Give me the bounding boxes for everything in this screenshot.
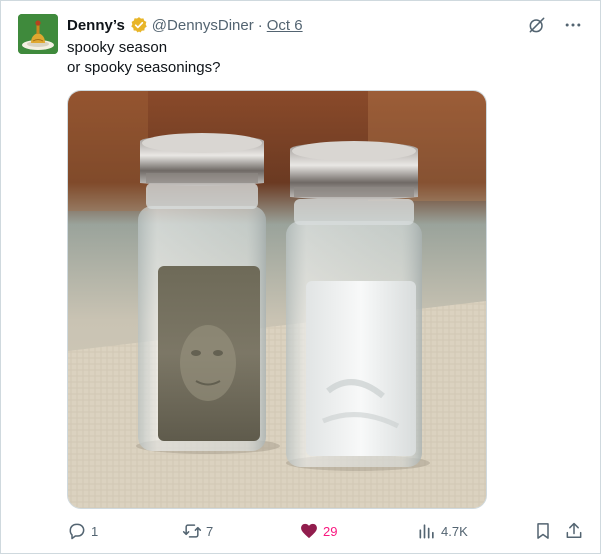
bookmark-button[interactable]	[533, 519, 553, 543]
views-icon	[419, 524, 434, 539]
retweet-icon	[182, 524, 202, 538]
tweet-action-bar: 1 7 29 4.7K	[67, 519, 587, 543]
view-count: 4.7K	[441, 523, 468, 539]
reply-icon	[69, 523, 85, 540]
reply-button[interactable]: 1	[67, 519, 98, 543]
user-handle[interactable]: @DennysDiner	[152, 17, 254, 34]
tweet-photo[interactable]	[67, 90, 487, 509]
salt-and-pepper-shakers-image	[68, 91, 486, 508]
verified-badge-icon	[130, 16, 148, 34]
tweet-card[interactable]: Denny’s @DennysDiner · Oct 6 spooky seas…	[0, 0, 601, 554]
tweet-text-line-2: or spooky seasonings?	[67, 59, 221, 76]
bookmark-icon	[537, 523, 549, 539]
avatar[interactable]	[18, 14, 58, 54]
tweet-text-line-1: spooky season	[67, 39, 168, 56]
views-button[interactable]: 4.7K	[417, 519, 468, 543]
heart-icon	[301, 523, 317, 539]
share-button[interactable]	[564, 519, 584, 543]
retweet-button[interactable]: 7	[182, 519, 213, 543]
more-icon[interactable]	[562, 14, 584, 36]
tweet-top-actions	[526, 14, 584, 36]
display-name[interactable]: Denny’s	[67, 17, 125, 34]
tweet-header: Denny’s @DennysDiner · Oct 6	[67, 14, 303, 36]
tweet-text: spooky season or spooky seasonings?	[67, 38, 220, 78]
grok-icon[interactable]	[526, 14, 548, 36]
like-button[interactable]: 29	[299, 519, 337, 543]
tweet-date[interactable]: Oct 6	[267, 17, 303, 34]
share-icon	[566, 522, 582, 538]
like-count: 29	[323, 523, 338, 539]
retweet-count: 7	[206, 523, 214, 539]
reply-count: 1	[91, 523, 99, 539]
separator-dot: ·	[257, 16, 263, 34]
